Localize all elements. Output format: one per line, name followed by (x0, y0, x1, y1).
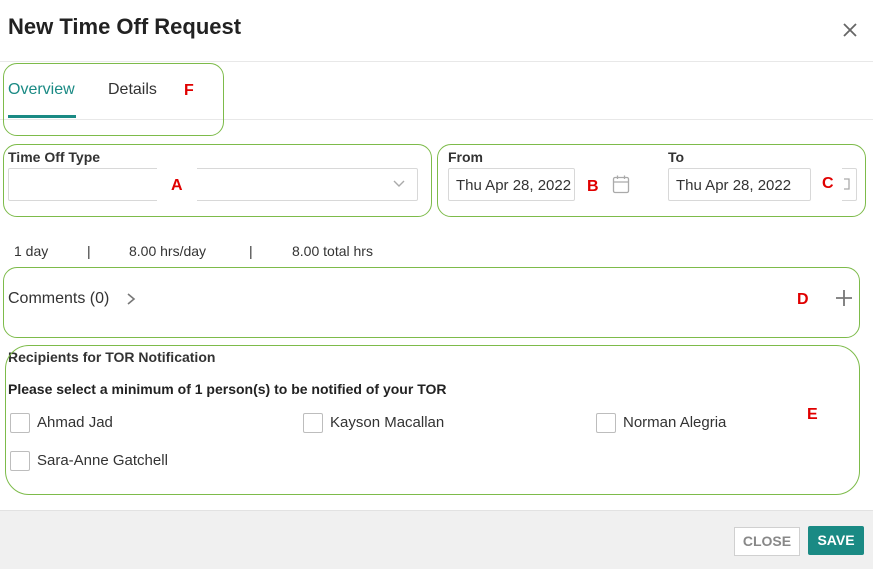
annotation-letter-e: E (807, 406, 818, 423)
annotation-letter-d: D (797, 291, 809, 308)
annotation-letter-b: B (587, 178, 599, 195)
hours-per-day: 8.00 hrs/day (129, 243, 207, 259)
annotation-box-e (5, 345, 860, 495)
duration-days: 1 day (14, 243, 49, 259)
annotation-box-bc (437, 144, 866, 217)
separator: | (249, 243, 253, 259)
close-button[interactable]: CLOSE (734, 527, 800, 556)
annotation-letter-f: F (184, 82, 194, 99)
header-divider (0, 61, 873, 62)
annotation-box-a (3, 144, 432, 217)
save-button[interactable]: SAVE (808, 526, 864, 555)
time-off-dialog: New Time Off Request Overview Details Ti… (0, 0, 873, 569)
annotation-box-d (3, 267, 860, 338)
annotation-letter-c: C (822, 175, 834, 192)
separator: | (87, 243, 91, 259)
close-icon[interactable] (840, 20, 860, 40)
annotation-letter-a: A (171, 177, 183, 194)
total-hours: 8.00 total hrs (292, 243, 373, 259)
dialog-title: New Time Off Request (8, 14, 242, 39)
